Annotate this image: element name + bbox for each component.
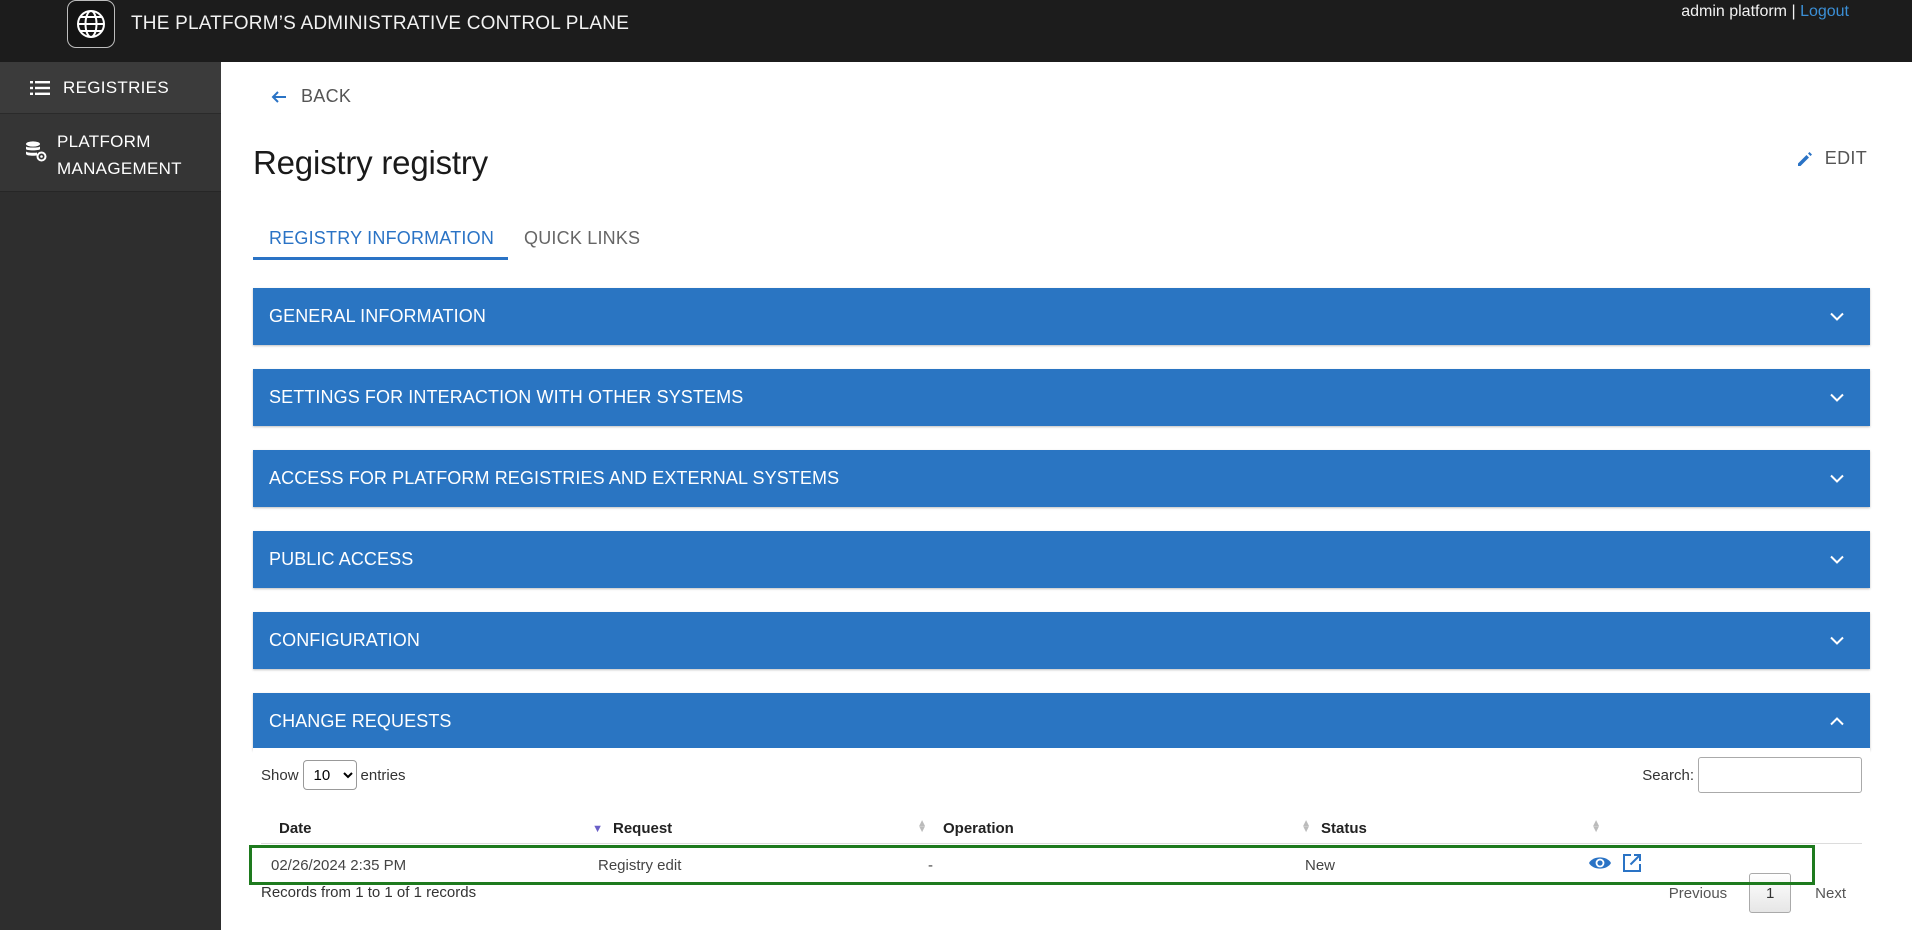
column-header-label: Request [613, 819, 673, 837]
section-configuration[interactable]: CONFIGURATION [253, 612, 1870, 669]
app-title: THE PLATFORM’S ADMINISTRATIVE CONTROL PL… [131, 13, 630, 34]
column-header-status[interactable]: Status ▲ ▼ [1321, 812, 1611, 844]
user-area: admin platform | Logout [1681, 3, 1849, 21]
cell-date: 02/26/2024 2:35 PM [271, 856, 407, 874]
top-bar: THE PLATFORM’S ADMINISTRATIVE CONTROL PL… [0, 0, 1912, 62]
chevron-down-icon [1830, 312, 1844, 321]
table-header: Date ▼ Request ▲ ▼ Operation ▲ ▼ Status ▲ ▼ [261, 812, 1862, 844]
user-separator: | [1787, 3, 1801, 20]
tab-bar: REGISTRY INFORMATION QUICK LINKS [253, 228, 654, 260]
table-info: Records from 1 to 1 of 1 records [261, 884, 477, 901]
view-eye-icon[interactable] [1588, 854, 1612, 872]
section-access-platform-registries[interactable]: ACCESS FOR PLATFORM REGISTRIES AND EXTER… [253, 450, 1870, 507]
section-title: PUBLIC ACCESS [269, 549, 414, 569]
previous-page-button[interactable]: Previous [1659, 885, 1737, 902]
chevron-down-icon [1830, 474, 1844, 483]
chevron-down-icon [1830, 555, 1844, 564]
page-length-select[interactable]: 10 [302, 760, 357, 790]
globe-logo-icon[interactable] [67, 0, 115, 48]
tab-registry-information[interactable]: REGISTRY INFORMATION [253, 228, 509, 260]
section-public-access[interactable]: PUBLIC ACCESS [253, 531, 1870, 588]
arrow-left-icon [271, 89, 287, 105]
logout-link[interactable]: Logout [1800, 3, 1849, 20]
sort-icon: ▲ ▼ [1591, 818, 1601, 835]
database-gear-icon [25, 140, 47, 162]
section-title: CONFIGURATION [269, 630, 420, 650]
pencil-icon [1797, 151, 1813, 167]
chevron-down-icon [1830, 636, 1844, 645]
back-label: BACK [301, 86, 352, 106]
entries-label: entries [360, 766, 406, 784]
section-general-information[interactable]: GENERAL INFORMATION [253, 288, 1870, 345]
column-header-label: Operation [943, 819, 1014, 837]
column-header-request[interactable]: Request ▲ ▼ [613, 812, 937, 844]
cell-status: New [1305, 856, 1336, 874]
sort-descending-icon: ▼ [592, 823, 603, 835]
edit-button[interactable]: EDIT [1797, 148, 1867, 169]
table-row[interactable]: 02/26/2024 2:35 PM Registry edit - New [249, 845, 1815, 885]
sidebar: REGISTRIES PLATFORM MANAGEMENT [0, 62, 221, 930]
sidebar-item-label: PLATFORM MANAGEMENT [57, 132, 182, 178]
section-change-requests[interactable]: CHANGE REQUESTS [253, 693, 1870, 750]
list-icon [29, 77, 51, 99]
edit-label: EDIT [1824, 148, 1867, 168]
search-label: Search: [1642, 766, 1694, 784]
user-name: admin platform [1681, 3, 1788, 20]
section-settings-interaction[interactable]: SETTINGS FOR INTERACTION WITH OTHER SYST… [253, 369, 1870, 426]
sidebar-item-registries[interactable]: REGISTRIES [0, 62, 221, 113]
section-title: CHANGE REQUESTS [269, 711, 452, 731]
page-length-control: Show 10 entries [261, 760, 406, 790]
cell-request: Registry edit [598, 856, 682, 874]
show-label: Show [261, 766, 299, 784]
sidebar-item-platform-management[interactable]: PLATFORM MANAGEMENT [0, 113, 221, 192]
change-requests-panel: Show 10 entries Search: Date ▼ Request ▲… [253, 748, 1870, 930]
column-header-date[interactable]: Date ▼ [279, 812, 607, 844]
main-content: BACK Registry registry EDIT REGISTRY INF… [221, 62, 1912, 930]
section-title: GENERAL INFORMATION [269, 306, 486, 326]
open-external-icon[interactable] [1622, 853, 1642, 873]
search-input[interactable] [1698, 757, 1862, 793]
table-search: Search: [1642, 757, 1862, 793]
column-header-label: Date [279, 819, 312, 837]
cell-operation: - [928, 856, 933, 874]
sort-icon: ▲ ▼ [1301, 818, 1311, 835]
page-title: Registry registry [253, 144, 488, 181]
sort-icon: ▲ ▼ [917, 818, 927, 835]
next-page-button[interactable]: Next [1805, 885, 1856, 902]
section-title: ACCESS FOR PLATFORM REGISTRIES AND EXTER… [269, 468, 840, 488]
section-title: SETTINGS FOR INTERACTION WITH OTHER SYST… [269, 387, 744, 407]
column-header-label: Status [1321, 819, 1367, 837]
chevron-down-icon [1830, 393, 1844, 402]
back-button[interactable]: BACK [271, 86, 351, 107]
column-header-operation[interactable]: Operation ▲ ▼ [943, 812, 1321, 844]
tab-quick-links[interactable]: QUICK LINKS [508, 228, 654, 260]
chevron-up-icon [1830, 717, 1844, 726]
sidebar-item-label: REGISTRIES [63, 78, 169, 97]
